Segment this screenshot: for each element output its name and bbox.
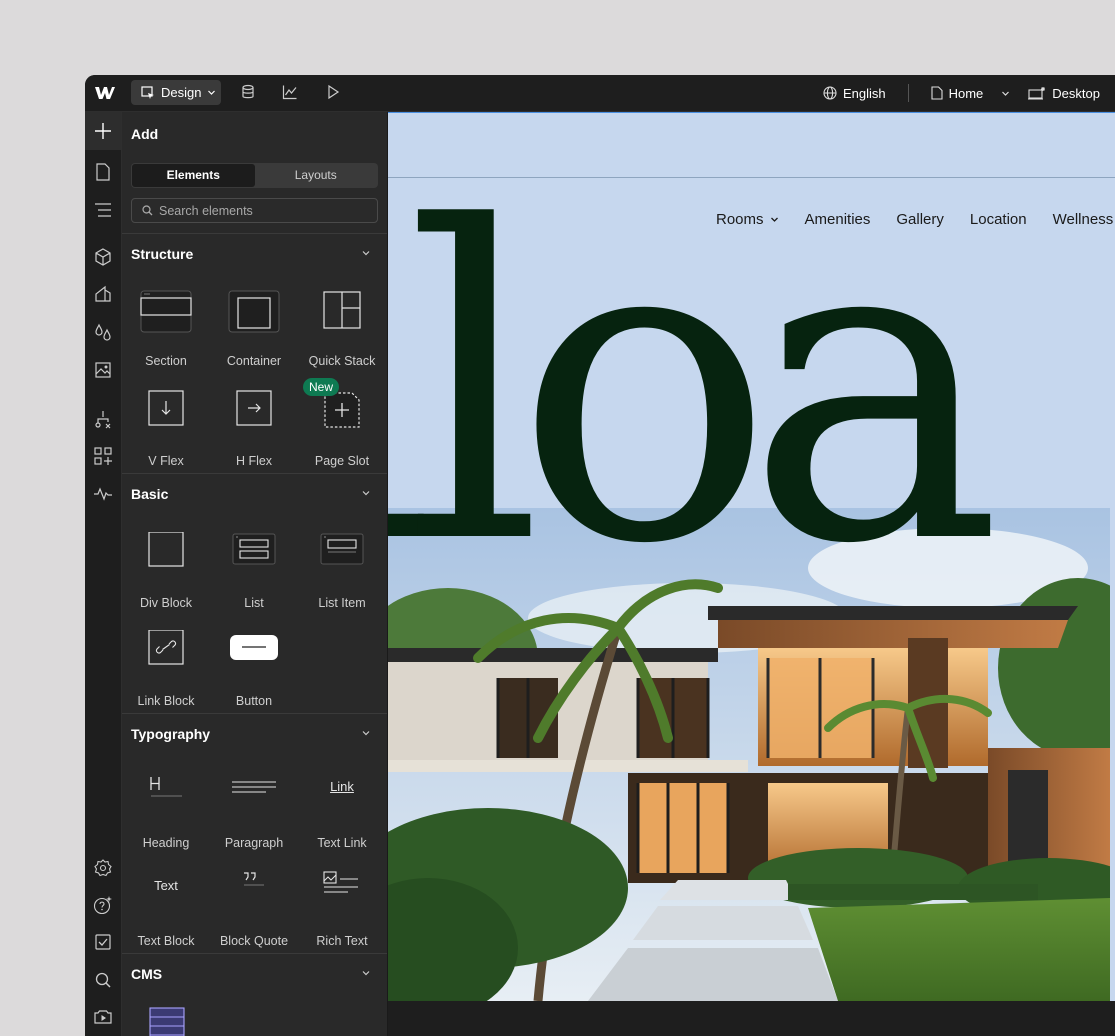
nav-item-wellness[interactable]: Wellness: [1053, 211, 1114, 228]
panel-tabs: Elements Layouts: [131, 163, 378, 188]
element-label: Rich Text: [316, 934, 368, 948]
preview-play-icon[interactable]: [325, 84, 341, 100]
breakpoint-selector[interactable]: Desktop: [1028, 86, 1100, 101]
cms-database-icon[interactable]: [240, 84, 256, 100]
video-tutorials-icon[interactable]: [93, 1007, 113, 1027]
chevron-down-icon: [362, 491, 370, 496]
webflow-logo-icon[interactable]: [94, 84, 116, 102]
styles-icon[interactable]: [93, 284, 113, 304]
section-title: Basic: [131, 486, 169, 502]
page-icon: [931, 86, 943, 100]
design-canvas[interactable]: Rooms Amenities Gallery Location Wellnes…: [388, 112, 1115, 1036]
activity-pulse-icon[interactable]: [93, 484, 113, 504]
search-icon[interactable]: [93, 970, 113, 990]
element-label: Link Block: [137, 694, 195, 708]
rich-text-icon: [323, 871, 358, 893]
navigator-icon[interactable]: [93, 200, 113, 220]
text-block-glyph: Text: [154, 878, 178, 893]
search-elements-input[interactable]: Search elements: [131, 198, 378, 223]
container-element-icon: [228, 290, 280, 333]
variables-drops-icon[interactable]: [93, 322, 113, 342]
new-badge: New: [303, 378, 340, 396]
page-selector[interactable]: Home: [931, 86, 1011, 101]
element-label: Text Link: [317, 836, 367, 850]
element-label: Block Quote: [219, 934, 289, 948]
design-mode-label: Design: [161, 85, 202, 100]
text-link-glyph: Link: [330, 779, 354, 794]
chevron-down-icon: [362, 731, 370, 736]
checklist-icon[interactable]: [93, 932, 113, 952]
list-icon: [232, 533, 276, 565]
chevron-down-icon: [362, 251, 370, 256]
element-label: Button: [235, 694, 273, 708]
chevron-down-icon: [362, 971, 370, 976]
hero-brand-text: iloa: [388, 138, 1002, 638]
tab-elements[interactable]: Elements: [132, 164, 255, 187]
help-ai-icon[interactable]: [93, 895, 113, 915]
section-typography-header[interactable]: Typography: [122, 713, 387, 754]
breakpoint-label: Desktop: [1052, 85, 1100, 101]
section-title: Typography: [131, 726, 211, 742]
element-label: List: [244, 596, 264, 610]
nav-item-location[interactable]: Location: [970, 211, 1027, 228]
apps-grid-icon[interactable]: [93, 446, 113, 466]
add-elements-panel: Add Elements Layouts Search elements Str…: [122, 112, 388, 1036]
paragraph-element-icon: [232, 781, 276, 793]
search-placeholder: Search elements: [159, 203, 253, 218]
heading-element-icon: [150, 777, 182, 797]
cursor-select-icon: [141, 85, 154, 99]
page-label: Home: [948, 85, 984, 101]
locale-label: English: [842, 85, 886, 101]
top-bar: Design English Home Desktop: [85, 75, 1115, 112]
collection-list-icon[interactable]: [149, 1007, 185, 1036]
locale-selector[interactable]: English: [823, 86, 886, 101]
chevron-down-icon: [208, 90, 216, 95]
top-right-controls: English Home Desktop: [823, 75, 1115, 111]
horizontal-flex-icon: [236, 390, 272, 426]
desktop-breakpoint-icon: [1028, 87, 1046, 100]
section-structure-header[interactable]: Structure: [122, 233, 387, 274]
element-label: Text Block: [137, 934, 195, 948]
panel-title: Add: [131, 126, 159, 142]
element-label: V Flex: [148, 454, 184, 468]
search-icon: [142, 205, 153, 216]
element-label: Heading: [142, 836, 190, 850]
logic-flow-icon[interactable]: [93, 409, 113, 429]
section-title: Structure: [131, 246, 194, 262]
element-label: Section: [145, 354, 187, 368]
globe-icon: [823, 86, 837, 100]
design-mode-button[interactable]: Design: [131, 80, 221, 105]
pages-icon[interactable]: [93, 162, 113, 182]
div-block-icon: [148, 532, 184, 567]
left-toolbar: [85, 112, 122, 1036]
section-cms-header[interactable]: CMS: [122, 953, 387, 994]
webflow-designer: Design English Home Desktop Add Elements…: [85, 75, 1115, 1036]
link-block-icon: [148, 630, 184, 665]
element-label: Paragraph: [224, 836, 284, 850]
quick-stack-icon: [323, 291, 361, 329]
assets-image-icon[interactable]: [93, 360, 113, 380]
canvas-bottom-bar: [388, 1001, 1115, 1036]
divider: [907, 84, 909, 102]
chevron-down-icon: [1002, 91, 1010, 96]
settings-gear-icon[interactable]: [93, 858, 113, 878]
element-label: Page Slot: [314, 454, 370, 468]
tab-layouts[interactable]: Layouts: [255, 164, 378, 187]
element-label: Container: [226, 354, 282, 368]
button-element-icon: [230, 635, 278, 660]
components-cube-icon[interactable]: [93, 247, 113, 267]
section-element-icon: [140, 290, 192, 333]
list-item-icon: [320, 533, 364, 565]
section-title: CMS: [131, 966, 163, 982]
add-panel-icon[interactable]: [93, 121, 113, 141]
section-basic-header[interactable]: Basic: [122, 473, 387, 514]
element-label: List Item: [318, 596, 366, 610]
element-label: Quick Stack: [308, 354, 376, 368]
element-label: Div Block: [139, 596, 193, 610]
analytics-chart-icon[interactable]: [282, 84, 298, 100]
page-slot-icon: [324, 392, 360, 428]
vertical-flex-icon: [148, 390, 184, 426]
block-quote-icon: [244, 872, 264, 886]
element-label: H Flex: [235, 454, 273, 468]
